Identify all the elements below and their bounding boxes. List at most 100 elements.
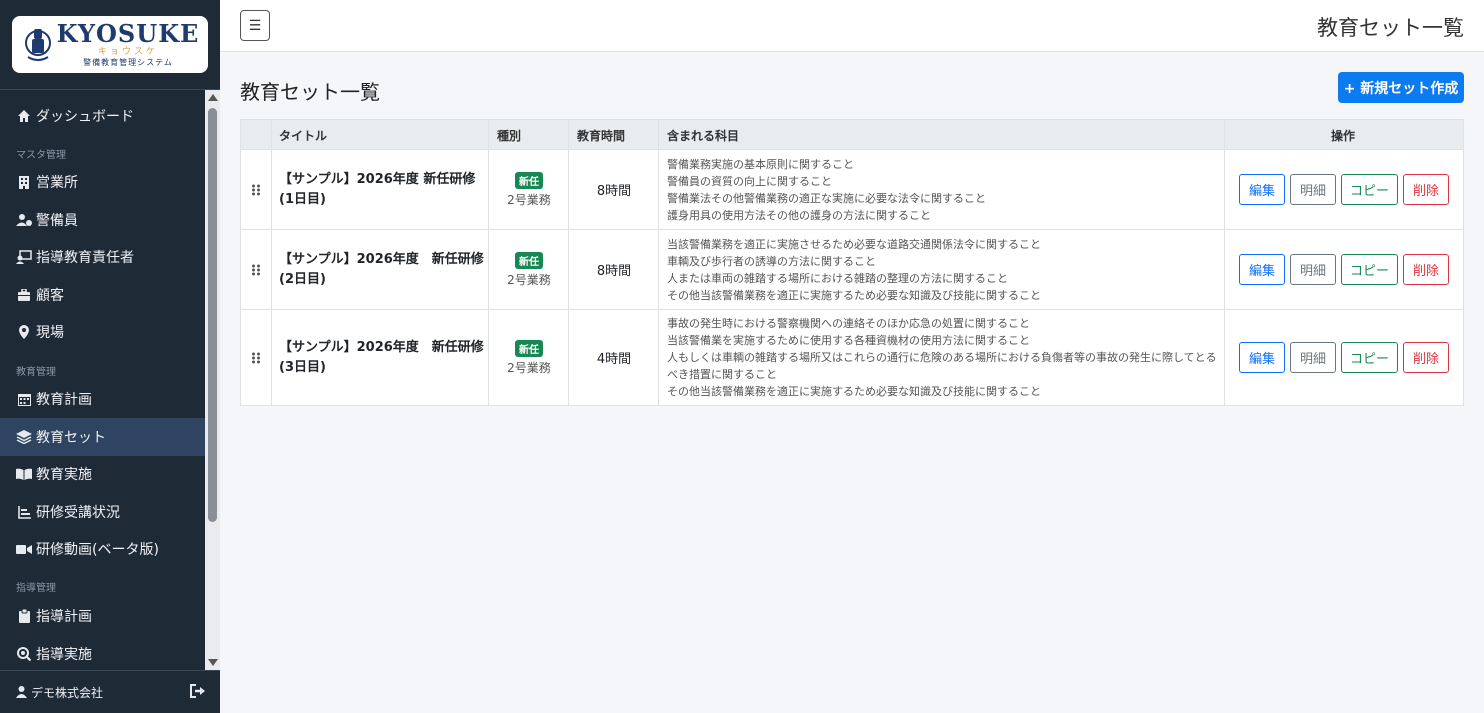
drag-handle-icon[interactable] — [241, 310, 271, 405]
book-open-icon — [16, 466, 32, 482]
delete-button[interactable]: 削除 — [1403, 174, 1449, 205]
status-badge: 新任 — [515, 251, 543, 269]
sidebar-item-training-video[interactable]: 研修動画(ベータ版) — [0, 530, 205, 568]
subject-item: 警備員の資質の向上に関すること — [667, 174, 832, 188]
chart-icon — [16, 504, 32, 520]
sidebar-section-master: マスタ管理 — [16, 150, 66, 161]
table-row: 【サンプル】2026年度 新任研修(1日目) 新任 2号業務 8時間 警備業務実… — [241, 150, 1463, 230]
sidebar-item-label: ダッシュボード — [36, 109, 134, 125]
scroll-up-icon[interactable] — [208, 94, 218, 101]
set-title: 【サンプル】2026年度 新任研修(3日目) — [279, 339, 484, 375]
sidebar-item-sites[interactable]: 現場 — [0, 313, 205, 351]
subject-item: 警備業法その他警備業務の適正な実施に必要な法令に関すること — [667, 191, 986, 205]
type-cell: 新任 2号業務 — [489, 230, 569, 309]
clipboard-icon — [16, 608, 32, 624]
edit-button[interactable]: 編集 — [1239, 342, 1285, 373]
subjects-list: 事故の発生時における警察機関への連絡そのほか応急の処置に関すること 当該警備業を… — [667, 310, 1223, 405]
briefcase-icon — [16, 287, 32, 303]
sidebar-footer: デモ株式会社 — [0, 670, 220, 713]
set-title: 【サンプル】2026年度 新任研修(2日目) — [279, 251, 484, 287]
sidebar-item-label: 指導教育責任者 — [36, 250, 134, 266]
education-set-table: タイトル 種別 教育時間 含まれる科目 操作 【サンプル】2026年度 新任研修… — [240, 119, 1464, 406]
menu-toggle-button[interactable]: ☰ — [240, 10, 270, 41]
sidebar-item-label: 教育セット — [36, 430, 106, 446]
table-row: 【サンプル】2026年度 新任研修(3日目) 新任 2号業務 4時間 事故の発生… — [241, 310, 1463, 405]
drag-handle-icon[interactable] — [241, 230, 271, 309]
copy-button[interactable]: コピー — [1341, 342, 1398, 373]
set-title: 【サンプル】2026年度 新任研修(1日目) — [279, 171, 476, 207]
scroll-thumb[interactable] — [208, 108, 217, 522]
column-header-title[interactable]: タイトル — [279, 120, 327, 150]
detail-button[interactable]: 明細 — [1290, 342, 1336, 373]
column-header-subjects[interactable]: 含まれる科目 — [667, 120, 739, 150]
sidebar-item-education-plan[interactable]: 教育計画 — [0, 380, 205, 418]
layers-icon — [16, 429, 32, 445]
drag-handle-icon[interactable] — [241, 150, 271, 229]
sidebar: KYOSUKE キョウスケ 警備教育管理システム ダッシュボード マスタ管理 営… — [0, 0, 220, 713]
edit-button[interactable]: 編集 — [1239, 254, 1285, 285]
sidebar-item-guards[interactable]: 警備員 — [0, 201, 205, 239]
new-set-button[interactable]: + 新規セット作成 — [1338, 72, 1464, 103]
header-title: 教育セット一覧 — [1317, 16, 1464, 40]
building-icon — [16, 174, 32, 190]
sidebar-divider — [0, 89, 220, 90]
sidebar-item-customers[interactable]: 顧客 — [0, 276, 205, 314]
detail-button[interactable]: 明細 — [1290, 254, 1336, 285]
copy-button[interactable]: コピー — [1341, 174, 1398, 205]
table-row: 【サンプル】2026年度 新任研修(2日目) 新任 2号業務 8時間 当該警備業… — [241, 230, 1463, 310]
sidebar-item-dashboard[interactable]: ダッシュボード — [0, 97, 205, 135]
subjects-list: 当該警備業務を適正に実施させるため必要な道路交通関係法令に関すること 車輌及び歩… — [667, 230, 1223, 309]
edit-button[interactable]: 編集 — [1239, 174, 1285, 205]
search-check-icon — [16, 646, 32, 662]
sidebar-item-label: 現場 — [36, 325, 64, 341]
type-cell: 新任 2号業務 — [489, 310, 569, 405]
sidebar-item-label: 営業所 — [36, 175, 78, 191]
sidebar-item-label: 研修動画(ベータ版) — [36, 542, 159, 558]
sidebar-item-education-set[interactable]: 教育セット — [0, 418, 205, 456]
sidebar-section-guidance: 指導管理 — [16, 583, 56, 594]
detail-button[interactable]: 明細 — [1290, 174, 1336, 205]
sidebar-item-training-status[interactable]: 研修受講状況 — [0, 493, 205, 531]
delete-button[interactable]: 削除 — [1403, 342, 1449, 373]
subject-item: 人もしくは車輌の雑踏する場所又はこれらの通行に危険のある場所における負傷者等の事… — [667, 351, 1217, 381]
subject-item: 警備業務実施の基本原則に関すること — [667, 157, 854, 171]
subject-item: 事故の発生時における警察機関への連絡そのほか応急の処置に関すること — [667, 317, 1030, 330]
sidebar-item-label: 教育計画 — [36, 392, 92, 408]
column-header-hours[interactable]: 教育時間 — [577, 120, 625, 150]
logout-icon[interactable] — [190, 684, 206, 701]
sidebar-item-label: 顧客 — [36, 288, 64, 304]
user-icon — [16, 686, 27, 698]
row-actions: 編集 明細 コピー 削除 — [1239, 310, 1449, 405]
set-type: 2号業務 — [507, 360, 551, 375]
page-title: 教育セット一覧 — [240, 80, 380, 104]
user-check-icon — [16, 212, 32, 228]
top-header: ☰ 教育セット一覧 — [220, 0, 1484, 52]
current-company: デモ株式会社 — [31, 685, 104, 700]
sidebar-scrollbar[interactable] — [205, 90, 220, 670]
copy-button[interactable]: コピー — [1341, 254, 1398, 285]
subject-item: 車輌及び歩行者の誘導の方法に関すること — [667, 254, 876, 268]
brand-subtitle: 警備教育管理システム — [83, 58, 173, 67]
sidebar-item-offices[interactable]: 営業所 — [0, 163, 205, 201]
sidebar-item-instructors[interactable]: 指導教育責任者 — [0, 238, 205, 276]
delete-button[interactable]: 削除 — [1403, 254, 1449, 285]
sidebar-item-guidance-exec[interactable]: 指導実施 — [0, 635, 205, 670]
set-hours: 8時間 — [596, 264, 632, 279]
brand-logo[interactable]: KYOSUKE キョウスケ 警備教育管理システム — [12, 16, 208, 73]
scroll-down-icon[interactable] — [208, 659, 218, 666]
calendar-icon — [16, 391, 32, 407]
sidebar-item-guidance-plan[interactable]: 指導計画 — [0, 597, 205, 635]
subject-item: その他当該警備業務を適正に実施するため必要な知識及び技能に関すること — [667, 385, 1041, 398]
set-hours: 4時間 — [596, 352, 632, 367]
brand-title: KYOSUKE — [56, 19, 200, 48]
table-header: タイトル 種別 教育時間 含まれる科目 操作 — [241, 120, 1463, 150]
subject-item: その他当該警備業務を適正に実施するため必要な知識及び技能に関すること — [667, 288, 1041, 302]
sidebar-item-label: 指導計画 — [36, 609, 92, 625]
set-hours: 8時間 — [596, 184, 632, 199]
column-header-type[interactable]: 種別 — [497, 120, 521, 150]
sidebar-item-label: 教育実施 — [36, 467, 92, 483]
subjects-list: 警備業務実施の基本原則に関すること 警備員の資質の向上に関すること 警備業法その… — [667, 150, 1223, 229]
status-badge: 新任 — [515, 171, 543, 189]
map-pin-icon — [16, 324, 32, 340]
sidebar-item-education-exec[interactable]: 教育実施 — [0, 455, 205, 493]
